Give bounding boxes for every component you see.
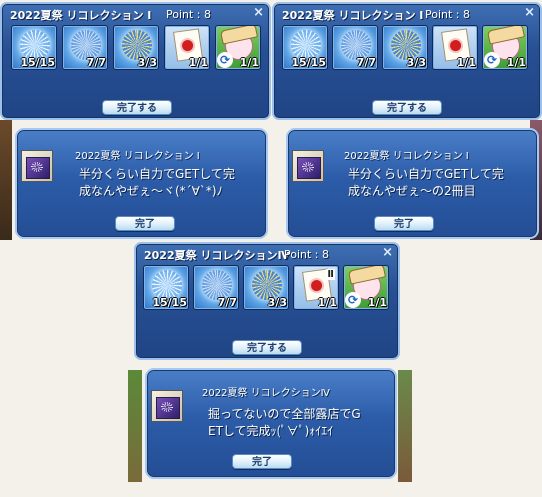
item-count: 15/15 — [291, 56, 326, 69]
item-count: 1/1 — [456, 56, 476, 69]
collection-title: 2022夏祭 リコレクション Ⅰ — [10, 9, 152, 22]
background-left — [0, 120, 12, 240]
item-slot-scroll[interactable]: Ⅱ 1/1 — [293, 265, 339, 310]
dialog-message-line2: ETして完成ｯ(ﾟ∀ﾟ)ｫｲｴｲ — [208, 424, 334, 438]
point-label: Point : 8 — [284, 248, 330, 261]
point-label: Point : 8 — [425, 8, 471, 21]
item-count: 15/15 — [152, 296, 187, 309]
dialog-complete-button[interactable]: 完了 — [374, 216, 434, 231]
item-count: 7/7 — [217, 296, 237, 309]
item-slot-firework-3[interactable]: 3/3 — [382, 25, 428, 70]
collection-title: 2022夏祭 リコレクション Ⅰ — [282, 9, 424, 22]
dialog-message-line2: 成なんやぜぇ～の2冊目 — [348, 184, 476, 198]
dialog-message-line1: 半分くらい自力でGETして完 — [348, 167, 504, 181]
item-slot-firework-1[interactable]: 15/15 — [282, 25, 328, 70]
item-count: 1/1 — [367, 296, 387, 309]
dialog-complete-button[interactable]: 完了 — [232, 454, 292, 469]
completion-dialog-2: 2022夏祭 リコレクション Ⅰ 半分くらい自力でGETして完 成なんやぜぇ～の… — [286, 128, 539, 239]
item-count: 3/3 — [406, 56, 426, 69]
item-count: 15/15 — [20, 56, 55, 69]
collection-window-2: 2022夏祭 リコレクション Ⅰ Point : 8 × 15/15 7/7 3… — [272, 2, 542, 120]
close-icon[interactable]: × — [253, 5, 264, 20]
dialog-complete-button[interactable]: 完了 — [115, 216, 175, 231]
item-slot-firework-1[interactable]: 15/15 — [143, 265, 189, 310]
item-count: 7/7 — [356, 56, 376, 69]
complete-button[interactable]: 完了する — [232, 340, 302, 355]
dialog-message-line2: 成なんやぜぇ～ヾ(*´∀`*)ﾉ — [79, 184, 223, 198]
item-slot-firework-2[interactable]: 7/7 — [193, 265, 239, 310]
item-slot-firework-3[interactable]: 3/3 — [113, 25, 159, 70]
item-slot-scroll[interactable]: 1/1 — [432, 25, 478, 70]
volume-badge: Ⅱ — [326, 269, 335, 280]
item-count: 1/1 — [239, 56, 259, 69]
item-slot-scroll[interactable]: 1/1 — [164, 25, 210, 70]
cycle-icon: ⟳ — [345, 292, 361, 308]
background-bottom-right — [398, 370, 412, 482]
item-slot-firework-3[interactable]: 3/3 — [243, 265, 289, 310]
cycle-icon: ⟳ — [217, 52, 233, 68]
item-count: 1/1 — [317, 296, 337, 309]
collection-window-1: 2022夏祭 リコレクション Ⅰ Point : 8 × 15/15 7/7 3… — [0, 2, 271, 120]
completion-dialog-1: 2022夏祭 リコレクション Ⅰ 半分くらい自力でGETして完 成なんやぜぇ～ヾ… — [15, 128, 268, 239]
item-slot-firework-2[interactable]: 7/7 — [332, 25, 378, 70]
complete-button[interactable]: 完了する — [102, 100, 172, 115]
dialog-title: 2022夏祭 リコレクション Ⅰ — [344, 151, 469, 162]
dialog-message-line1: 掘ってないので全部露店でG — [208, 407, 361, 421]
dialog-message-line1: 半分くらい自力でGETして完 — [79, 167, 235, 181]
item-count: 1/1 — [506, 56, 526, 69]
collection-book-icon — [21, 150, 53, 182]
point-label: Point : 8 — [166, 8, 212, 21]
collection-window-3: 2022夏祭 リコレクションⅣ Point : 8 × 15/15 7/7 3/… — [134, 242, 400, 360]
dialog-title: 2022夏祭 リコレクション Ⅰ — [75, 151, 200, 162]
item-slot-firework-1[interactable]: 15/15 — [11, 25, 57, 70]
item-count: 1/1 — [188, 56, 208, 69]
close-icon[interactable]: × — [524, 5, 535, 20]
completion-dialog-3: 2022夏祭 リコレクションⅣ 掘ってないので全部露店でG ETして完成ｯ(ﾟ∀… — [145, 368, 397, 479]
dialog-title: 2022夏祭 リコレクションⅣ — [202, 388, 330, 399]
item-slot-firework-2[interactable]: 7/7 — [62, 25, 108, 70]
item-slot-character[interactable]: ⟳ 1/1 — [215, 25, 261, 70]
complete-button[interactable]: 完了する — [372, 100, 442, 115]
collection-book-icon — [151, 390, 183, 422]
item-count: 3/3 — [137, 56, 157, 69]
background-bottom-left — [128, 370, 142, 482]
collection-book-icon — [292, 150, 324, 182]
cycle-icon: ⟳ — [484, 52, 500, 68]
item-count: 3/3 — [267, 296, 287, 309]
item-count: 7/7 — [86, 56, 106, 69]
close-icon[interactable]: × — [382, 245, 393, 260]
item-slot-character[interactable]: ⟳ 1/1 — [482, 25, 528, 70]
item-slot-character[interactable]: ⟳ 1/1 — [343, 265, 389, 310]
collection-title: 2022夏祭 リコレクションⅣ — [144, 249, 290, 262]
